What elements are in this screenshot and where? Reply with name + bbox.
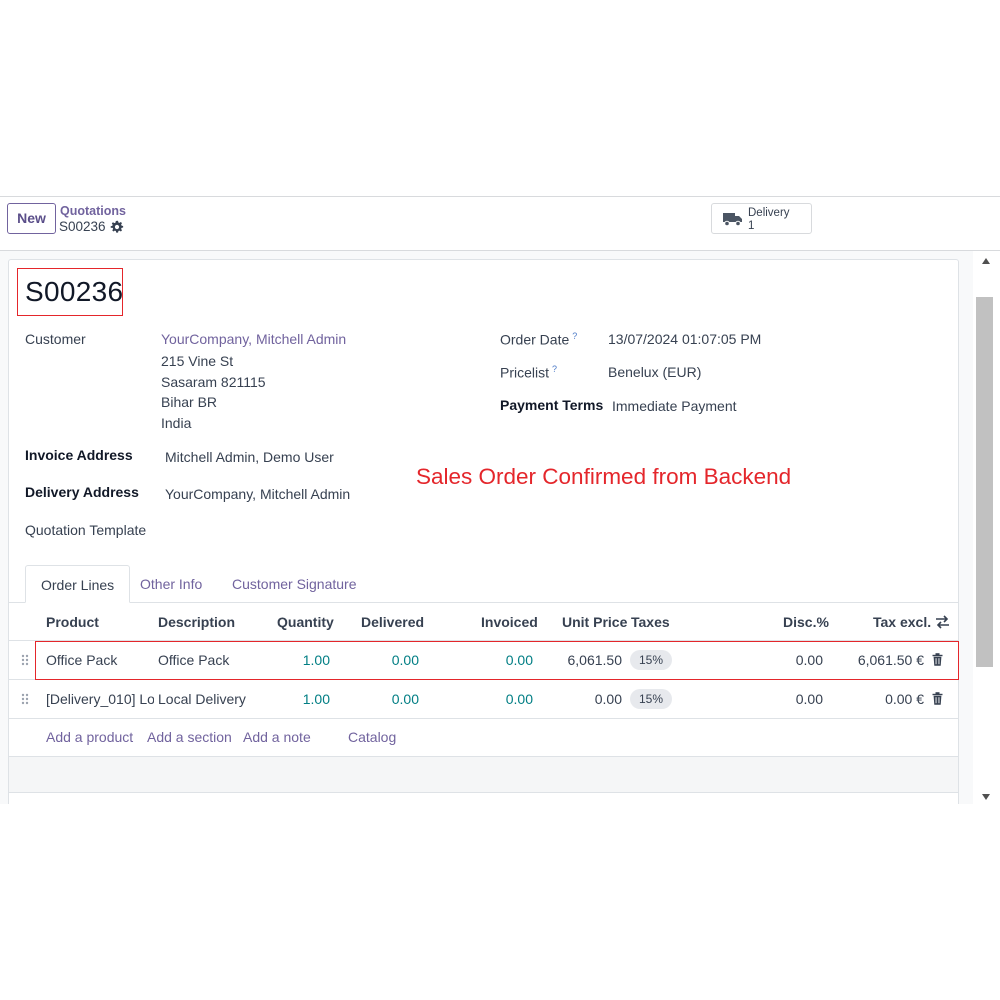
new-button[interactable]: New: [7, 203, 56, 234]
invoice-address-field[interactable]: Mitchell Admin, Demo User: [165, 449, 334, 465]
help-icon[interactable]: ?: [572, 331, 577, 341]
tab-order-lines[interactable]: Order Lines: [25, 565, 131, 603]
delivery-smart-button[interactable]: Delivery 1: [711, 203, 812, 234]
delivery-address-label: Delivery Address: [25, 484, 139, 500]
order-date-label: Order Date?: [500, 331, 578, 348]
page-title: S00236: [25, 276, 124, 307]
add-note-link[interactable]: Add a note: [243, 729, 311, 745]
catalog-link[interactable]: Catalog: [348, 729, 396, 745]
pricelist-label: Pricelist?: [500, 364, 558, 381]
delivery-label: Delivery: [748, 207, 790, 219]
customer-link[interactable]: YourCompany, Mitchell Admin: [161, 331, 346, 347]
delivery-address-field[interactable]: YourCompany, Mitchell Admin: [165, 486, 350, 502]
breadcrumb-current: S00236: [59, 219, 106, 234]
column-header[interactable]: Unit Price: [562, 614, 627, 630]
address-line: India: [161, 415, 192, 431]
trash-icon[interactable]: [932, 692, 943, 705]
empty-row: [9, 757, 958, 793]
row-highlight-box: [35, 641, 959, 680]
drag-handle-icon[interactable]: [21, 693, 29, 705]
tab-other-info[interactable]: Other Info: [140, 565, 202, 603]
truck-icon: [723, 213, 742, 227]
scroll-down-arrow-icon[interactable]: [982, 794, 990, 800]
column-header[interactable]: Invoiced: [481, 614, 538, 630]
order-date-field[interactable]: 13/07/2024 01:07:05 PM: [608, 331, 761, 347]
optional-columns-icon[interactable]: [935, 615, 950, 629]
unit-price-cell[interactable]: 0.00: [545, 691, 622, 707]
invoiced-cell[interactable]: 0.00: [459, 691, 533, 707]
table-row[interactable]: [Delivery_010] Local Delivery Local Deli…: [9, 680, 958, 719]
delivered-cell[interactable]: 0.00: [349, 691, 419, 707]
address-line: Bihar BR: [161, 394, 218, 410]
column-header[interactable]: Description: [158, 614, 235, 630]
form-sheet: S00236 Customer YourCompany, Mitchell Ad…: [8, 259, 959, 804]
control-panel: New Quotations S00236 Delivery 1: [0, 197, 1000, 251]
delivery-count: 1: [748, 220, 755, 232]
customer-label: Customer: [25, 331, 86, 347]
discount-cell[interactable]: 0.00: [749, 691, 823, 707]
payment-terms-label: Payment Terms: [500, 397, 604, 413]
annotation-text: Sales Order Confirmed from Backend: [416, 464, 792, 489]
notebook-tabs: Order Lines Other Info Customer Signatur…: [9, 565, 958, 603]
breadcrumb-quotations[interactable]: Quotations: [60, 204, 126, 218]
payment-terms-field[interactable]: Immediate Payment: [612, 398, 737, 414]
column-header[interactable]: Product: [46, 614, 99, 630]
help-icon[interactable]: ?: [552, 364, 557, 374]
add-line-row: Add a product Add a section Add a note C…: [9, 718, 958, 757]
description-cell[interactable]: Local Delivery: [158, 691, 263, 707]
tab-customer-signature[interactable]: Customer Signature: [232, 565, 357, 603]
address-line: 215 Vine St: [161, 353, 234, 369]
column-header[interactable]: Taxes: [631, 614, 670, 630]
drag-handle-icon[interactable]: [21, 654, 29, 666]
pricelist-field[interactable]: Benelux (EUR): [608, 364, 701, 380]
tax-badge[interactable]: 15%: [630, 689, 673, 709]
table-header: Product Description Quantity Delivered I…: [9, 603, 958, 641]
invoice-address-label: Invoice Address: [25, 447, 133, 463]
scroll-up-arrow-icon[interactable]: [982, 258, 990, 264]
gear-icon[interactable]: [110, 220, 124, 234]
add-product-link[interactable]: Add a product: [46, 729, 133, 745]
scroll-thumb[interactable]: [976, 297, 993, 667]
column-header[interactable]: Tax excl.: [873, 614, 931, 630]
column-header[interactable]: Disc.%: [783, 614, 829, 630]
quotation-template-label: Quotation Template: [25, 522, 147, 538]
vertical-scrollbar[interactable]: [973, 251, 1000, 804]
add-section-link[interactable]: Add a section: [147, 729, 232, 745]
column-header[interactable]: Delivered: [361, 614, 424, 630]
quantity-cell[interactable]: 1.00: [271, 691, 330, 707]
address-line: Sasaram 821115: [161, 374, 266, 390]
column-header[interactable]: Quantity: [277, 614, 334, 630]
odoo-app: New Quotations S00236 Delivery 1 S00236 …: [0, 196, 1000, 804]
subtotal-cell: 0.00 €: [885, 691, 924, 707]
product-cell[interactable]: [Delivery_010] Local Delivery: [46, 691, 154, 707]
